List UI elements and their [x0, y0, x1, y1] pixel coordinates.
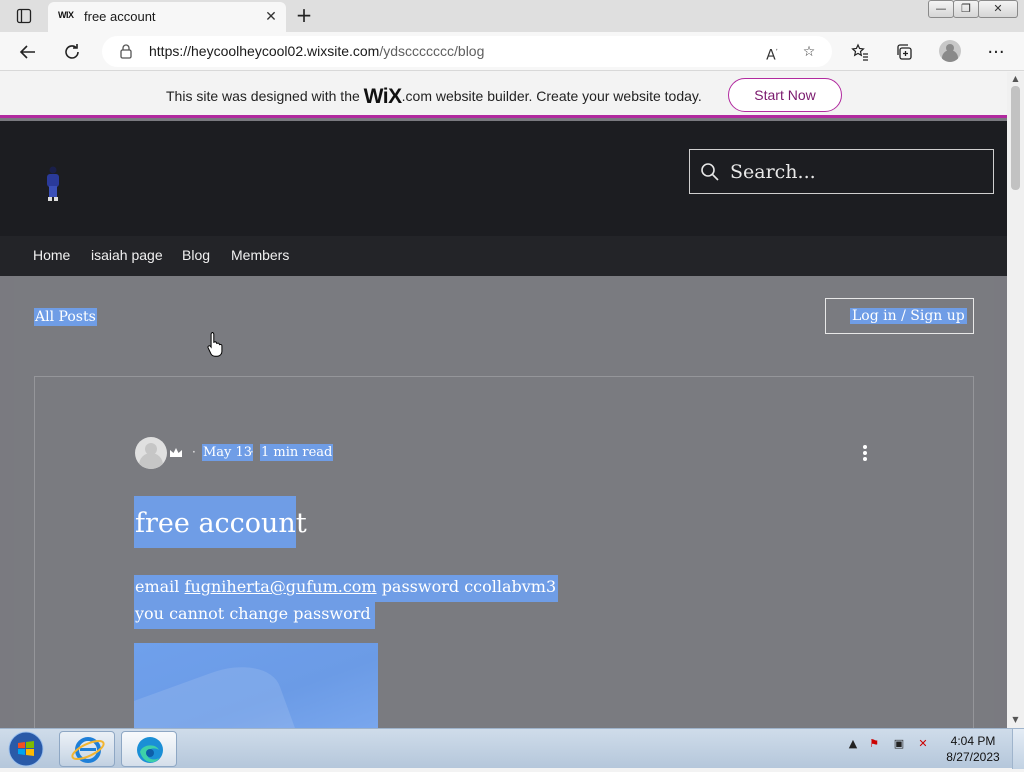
wix-favicon-icon: WIX [58, 10, 74, 20]
login-label: Log in / Sign up [850, 308, 967, 324]
internet-explorer-icon [71, 737, 105, 763]
search-placeholder[interactable]: Search... [730, 161, 816, 183]
login-signup-button[interactable]: Log in / Sign up [825, 298, 974, 334]
lock-icon[interactable] [118, 43, 134, 59]
browser-tab[interactable]: WIX free account ✕ [48, 2, 286, 32]
scroll-down-icon[interactable]: ▼ [1010, 715, 1021, 726]
wix-logo: WiX [363, 85, 402, 108]
wix-promo-banner: This site was designed with the WiX.com … [0, 72, 1007, 118]
taskbar-internet-explorer[interactable] [59, 731, 115, 767]
edge-icon [137, 737, 163, 763]
url-text[interactable]: https://heycoolheycool02.wixsite.com/yds… [149, 43, 484, 59]
close-window-button[interactable]: ✕ [978, 0, 1018, 18]
site-search-box[interactable]: Search... [689, 149, 994, 194]
taskbar-edge[interactable] [121, 731, 177, 767]
scrollbar-thumb[interactable] [1011, 86, 1020, 190]
tab-strip: WIX free account ✕ + — ❐ ✕ [0, 0, 1024, 32]
all-posts-link[interactable]: All Posts [34, 308, 97, 326]
profile-icon[interactable] [939, 40, 961, 62]
clock-date: 8/27/2023 [946, 750, 1000, 764]
site-logo-icon[interactable] [42, 165, 64, 203]
meta-dot: · [250, 445, 254, 459]
meta-dot: · [192, 445, 196, 459]
show-hidden-icons-icon[interactable]: ▲ [845, 737, 861, 753]
post-date: May 13 [202, 444, 254, 461]
hand-cursor-icon [207, 332, 223, 357]
windows-taskbar: ▲ ⚑ ▣ ✕ 4:04 PM 8/27/2023 [0, 728, 1024, 769]
browser-toolbar: https://heycoolheycool02.wixsite.com/yds… [0, 32, 1024, 71]
blog-content: All Posts Log in / Sign up · May 13 · 1 … [14, 276, 994, 728]
search-icon [701, 163, 719, 181]
clock-time: 4:04 PM [950, 734, 996, 748]
address-bar[interactable]: https://heycoolheycool02.wixsite.com/yds… [102, 36, 832, 67]
refresh-icon[interactable] [60, 40, 84, 64]
nav-home[interactable]: Home [33, 247, 70, 263]
post-card: · May 13 · 1 min read free account email… [34, 376, 974, 728]
restore-button[interactable]: ❐ [953, 0, 979, 18]
post-read-time: 1 min read [260, 444, 334, 461]
read-aloud-icon[interactable]: Aʼ [762, 42, 782, 64]
nav-isaiah-page[interactable]: isaiah page [91, 247, 163, 263]
nav-blog[interactable]: Blog [182, 247, 210, 263]
nav-members[interactable]: Members [231, 247, 289, 263]
browser-window: WIX free account ✕ + — ❐ ✕ https://heyco… [0, 0, 1024, 769]
scroll-up-icon[interactable]: ▲ [1010, 74, 1021, 85]
post-body-line-2: you cannot change password [134, 602, 375, 629]
minimize-button[interactable]: — [928, 0, 954, 18]
page-viewport: This site was designed with the WiX.com … [0, 72, 1007, 728]
post-title[interactable]: free account [134, 496, 307, 548]
favorites-icon[interactable] [848, 40, 872, 64]
start-now-button[interactable]: Start Now [728, 78, 842, 112]
wix-banner-text: This site was designed with the WiX.com … [166, 85, 702, 108]
tab-title: free account [84, 9, 156, 24]
collections-icon[interactable] [892, 40, 916, 64]
more-icon[interactable]: ··· [984, 40, 1008, 64]
network-icon[interactable]: ▣ [891, 737, 907, 753]
crown-icon [170, 448, 182, 457]
new-tab-button[interactable]: + [292, 4, 316, 28]
site-nav: Home isaiah page Blog Members [0, 236, 1007, 276]
page-scrollbar[interactable]: ▲ ▼ [1007, 72, 1024, 728]
action-center-icon[interactable]: ⚑ [866, 737, 882, 753]
start-button-icon[interactable] [4, 730, 48, 768]
post-more-options-icon[interactable] [857, 443, 873, 463]
show-desktop-button[interactable] [1012, 729, 1024, 769]
system-clock[interactable]: 4:04 PM 8/27/2023 [940, 733, 1006, 765]
post-body-line-1: email fugniherta@gufum.com password ccol… [134, 575, 559, 602]
tab-actions-icon[interactable] [14, 6, 34, 26]
post-image[interactable] [134, 643, 378, 728]
back-icon[interactable] [16, 40, 40, 64]
add-favorite-icon[interactable]: ☆ [799, 42, 819, 62]
author-avatar[interactable] [135, 437, 167, 469]
email-link[interactable]: fugniherta@gufum.com [185, 577, 377, 596]
site-header: Search... [0, 121, 1007, 236]
tab-close-icon[interactable]: ✕ [262, 8, 280, 26]
volume-muted-icon[interactable]: ✕ [915, 737, 931, 753]
